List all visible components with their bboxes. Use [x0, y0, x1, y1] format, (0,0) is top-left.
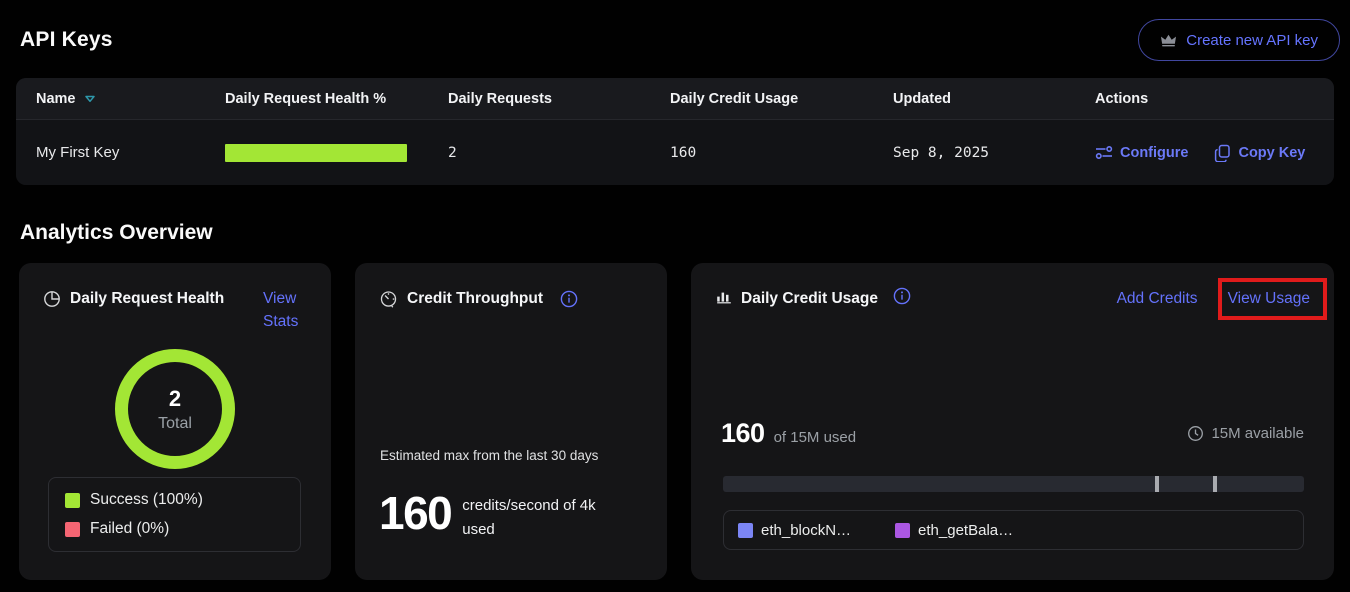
failed-label: Failed (0%) [90, 520, 169, 538]
view-usage-link[interactable]: View Usage [1228, 290, 1310, 307]
analytics-cards: Daily Request Health View Stats 2 Total … [19, 263, 1334, 580]
column-header-health: Daily Request Health % [225, 91, 448, 107]
section-title-analytics: Analytics Overview [20, 221, 1350, 245]
copy-key-button[interactable]: Copy Key [1214, 144, 1305, 162]
add-credits-link[interactable]: Add Credits [1117, 287, 1198, 310]
api-key-name: My First Key [36, 144, 225, 161]
daily-credit-usage-value: 160 [670, 145, 893, 161]
configure-button[interactable]: Configure [1095, 144, 1188, 162]
sort-chevron-icon [84, 95, 96, 103]
progress-tick [1213, 476, 1217, 492]
credits-used-value: 160 [721, 418, 765, 449]
donut-total-label: Total [158, 415, 192, 433]
create-api-key-button[interactable]: Create new API key [1138, 19, 1340, 61]
legend-item-eth-getbalance: eth_getBala… [895, 522, 1013, 539]
configure-label: Configure [1120, 145, 1188, 161]
card-title-daily-request-health: Daily Request Health [70, 287, 254, 310]
column-header-name[interactable]: Name [36, 91, 225, 107]
daily-requests-value: 2 [448, 145, 670, 161]
column-header-daily-credit-usage: Daily Credit Usage [670, 91, 893, 107]
eth-getbalance-swatch [895, 523, 910, 538]
bar-chart-icon [716, 288, 732, 309]
info-icon[interactable] [893, 287, 911, 310]
credits-used-suffix: of 15M used [774, 429, 857, 446]
view-stats-link[interactable]: View Stats [263, 287, 311, 333]
eth-blocknumber-swatch [738, 523, 753, 538]
progress-tick [1155, 476, 1159, 492]
daily-credit-usage-card: Daily Credit Usage Add Credits View Usag… [691, 263, 1334, 580]
crown-icon [1160, 33, 1177, 48]
column-header-daily-requests: Daily Requests [448, 91, 670, 107]
copy-key-label: Copy Key [1238, 145, 1305, 161]
legend-item-success: Success (100%) [65, 491, 284, 509]
success-label: Success (100%) [90, 491, 203, 509]
throughput-value: 160 [379, 484, 451, 542]
column-name-label: Name [36, 91, 76, 107]
table-header-row: Name Daily Request Health % Daily Reques… [16, 78, 1334, 119]
column-header-updated: Updated [893, 91, 1095, 107]
card-title-daily-credit-usage: Daily Credit Usage [741, 287, 878, 310]
usage-summary-row: 160 of 15M used 15M available [721, 418, 1304, 449]
info-icon[interactable] [560, 290, 578, 313]
donut-center: 2 Total [115, 349, 235, 469]
api-keys-table: Name Daily Request Health % Daily Reques… [16, 78, 1334, 185]
card-title-credit-throughput: Credit Throughput [407, 287, 543, 310]
donut-total-value: 2 [169, 386, 181, 412]
create-api-key-label: Create new API key [1186, 32, 1318, 49]
health-bar [225, 144, 407, 162]
health-bar-track [225, 144, 407, 162]
gauge-icon [379, 290, 398, 309]
table-row: My First Key 2 160 Sep 8, 2025 Configure [16, 119, 1334, 185]
throughput-subtitle: Estimated max from the last 30 days [380, 448, 598, 463]
clock-icon [1187, 425, 1204, 442]
dashboard-page: API Keys Create new API key Name Daily R… [0, 0, 1350, 580]
credit-throughput-card: Credit Throughput Estimated max from the… [355, 263, 667, 580]
sliders-icon [1095, 145, 1113, 160]
credit-usage-progress-bar [723, 476, 1304, 492]
copy-icon [1214, 144, 1231, 162]
column-header-actions: Actions [1095, 91, 1314, 107]
eth-getbalance-label: eth_getBala… [918, 522, 1013, 539]
eth-blocknumber-label: eth_blockN… [761, 522, 851, 539]
method-legend: eth_blockN… eth_getBala… [723, 510, 1304, 550]
topbar: API Keys Create new API key [0, 0, 1350, 62]
throughput-unit: credits/second of 4k used [462, 494, 624, 542]
daily-request-health-card: Daily Request Health View Stats 2 Total … [19, 263, 331, 580]
pie-chart-icon [43, 290, 61, 308]
failed-swatch [65, 522, 80, 537]
updated-value: Sep 8, 2025 [893, 145, 1095, 161]
legend-item-eth-blocknumber: eth_blockN… [738, 522, 851, 539]
success-swatch [65, 493, 80, 508]
page-title: API Keys [20, 28, 113, 52]
legend-item-failed: Failed (0%) [65, 520, 284, 538]
credits-available-label: 15M available [1211, 425, 1304, 442]
health-legend: Success (100%) Failed (0%) [48, 477, 301, 552]
